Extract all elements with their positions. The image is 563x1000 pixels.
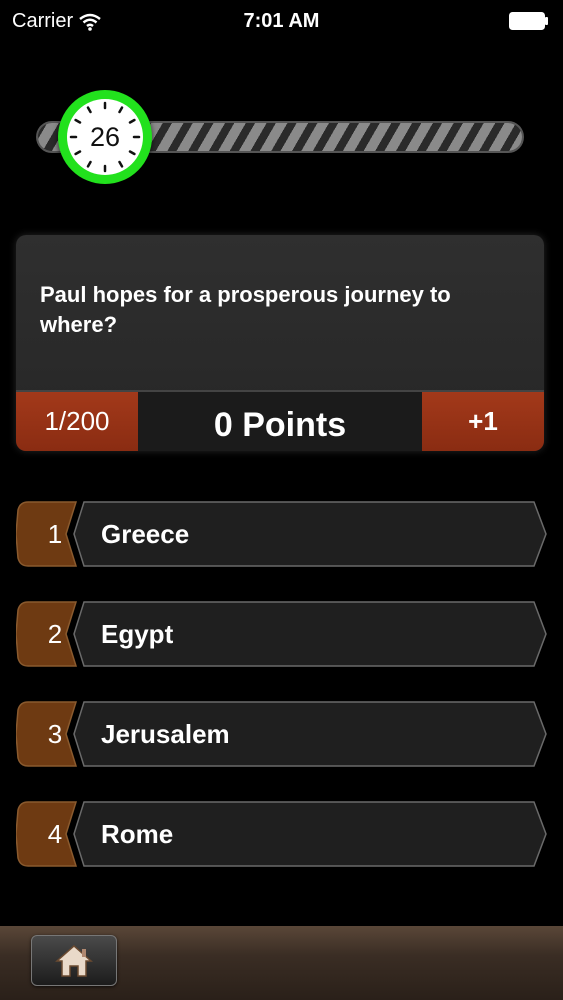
timer-dial: 26 xyxy=(58,90,152,184)
battery-icon xyxy=(509,12,548,30)
answer-option-1[interactable]: 1 Greece xyxy=(16,500,548,568)
score-row: 1/200 0 Points +1 xyxy=(16,390,544,451)
answer-label: Rome xyxy=(101,818,174,849)
status-bar: Carrier 7:01 AM xyxy=(0,0,563,42)
home-button[interactable] xyxy=(31,935,117,986)
answer-shape xyxy=(16,701,547,767)
answer-number: 4 xyxy=(47,818,63,849)
answer-label: Jerusalem xyxy=(101,718,230,749)
answer-option-2[interactable]: 2 Egypt xyxy=(16,600,548,668)
answer-shape xyxy=(16,501,547,567)
answer-number: 3 xyxy=(47,718,63,749)
answer-label: Greece xyxy=(101,518,190,549)
timer-seconds: 26 xyxy=(89,121,121,152)
bonus-badge: +1 xyxy=(422,392,544,451)
answer-number: 1 xyxy=(47,518,63,549)
question-progress: 1/200 xyxy=(16,392,138,451)
answer-option-4[interactable]: 4 Rome xyxy=(16,800,548,868)
status-time: 7:01 AM xyxy=(243,10,320,32)
answer-shape xyxy=(16,801,547,867)
answer-shape xyxy=(16,601,547,667)
question-text: Paul hopes for a prosperous journey to w… xyxy=(40,282,451,337)
timer-face: 26 xyxy=(67,99,143,175)
points-display: 0 Points xyxy=(213,406,347,444)
answer-number: 2 xyxy=(47,618,63,649)
home-icon xyxy=(55,944,93,977)
answer-option-3[interactable]: 3 Jerusalem xyxy=(16,700,548,768)
question-card: Paul hopes for a prosperous journey to w… xyxy=(16,235,544,451)
answer-label: Egypt xyxy=(101,618,174,649)
